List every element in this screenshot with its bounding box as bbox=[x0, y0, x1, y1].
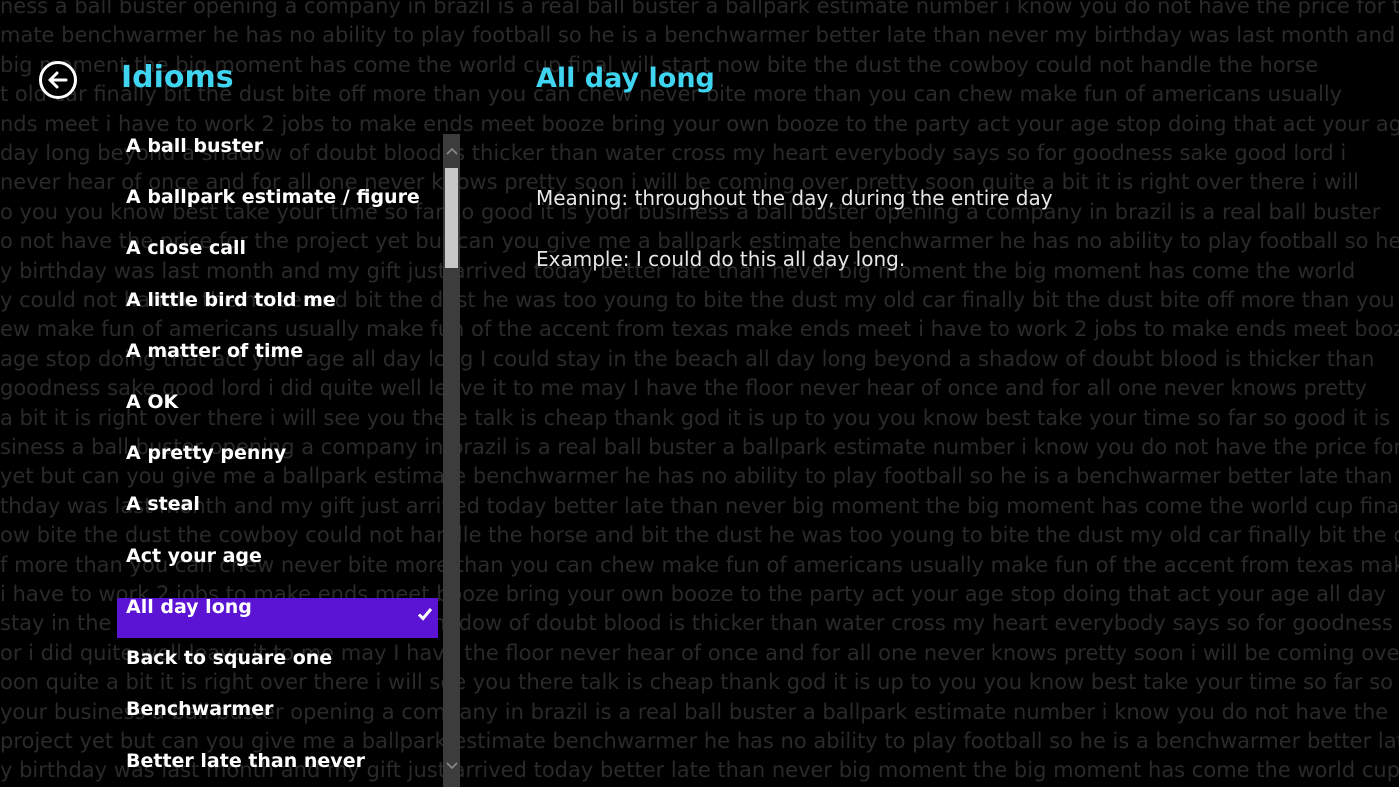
background-text-line: mate benchwarmer he has no ability to pl… bbox=[0, 23, 1396, 48]
list-item-label: A ball buster bbox=[126, 135, 264, 157]
list-item[interactable]: A pretty penny bbox=[117, 438, 438, 478]
list-item-label: A ballpark estimate / figure bbox=[126, 186, 420, 208]
idiom-list: A ball buster A ballpark estimate / figu… bbox=[117, 127, 438, 787]
scroll-up-button[interactable] bbox=[443, 138, 460, 164]
checkmark-icon bbox=[417, 608, 433, 621]
list-item[interactable]: A little bird told me bbox=[117, 285, 438, 325]
list-item[interactable]: A matter of time bbox=[117, 336, 438, 376]
list-item[interactable]: Act your age bbox=[117, 541, 438, 581]
list-item-label: Back to square one bbox=[126, 647, 333, 669]
list-item-label: Benchwarmer bbox=[126, 698, 274, 720]
list-item-selected[interactable]: All day long bbox=[117, 596, 438, 638]
list-item-label: All day long bbox=[126, 596, 252, 618]
list-item[interactable]: A ball buster bbox=[117, 131, 438, 171]
page-title: Idioms bbox=[121, 60, 234, 95]
back-button[interactable] bbox=[39, 61, 77, 99]
list-item[interactable]: Benchwarmer bbox=[117, 694, 438, 734]
list-scrollbar[interactable] bbox=[443, 134, 460, 787]
arrow-left-icon bbox=[48, 71, 68, 89]
background-text-line: ness a ball buster opening a company in … bbox=[0, 0, 1399, 18]
list-item[interactable]: A steal bbox=[117, 489, 438, 529]
scroll-thumb[interactable] bbox=[445, 168, 458, 268]
chevron-up-icon bbox=[445, 147, 458, 155]
list-item-label: A steal bbox=[126, 493, 200, 515]
list-item-label: Better late than never bbox=[126, 750, 365, 772]
list-item[interactable]: Back to square one bbox=[117, 643, 438, 683]
scroll-down-button[interactable] bbox=[443, 753, 460, 779]
idiom-title: All day long bbox=[536, 63, 715, 94]
list-item[interactable]: A ballpark estimate / figure bbox=[117, 182, 438, 222]
idiom-example: Example: I could do this all day long. bbox=[536, 247, 906, 271]
list-item[interactable]: Better late than never bbox=[117, 746, 438, 786]
list-item-label: A OK bbox=[126, 391, 179, 413]
list-item[interactable]: A close call bbox=[117, 233, 438, 273]
list-item-label: A pretty penny bbox=[126, 442, 287, 464]
list-item[interactable]: A OK bbox=[117, 387, 438, 427]
chevron-down-icon bbox=[445, 762, 458, 770]
idiom-meaning: Meaning: throughout the day, during the … bbox=[536, 186, 1053, 210]
list-item-label: A little bird told me bbox=[126, 289, 336, 311]
list-item-label: Act your age bbox=[126, 545, 262, 567]
list-item-label: A close call bbox=[126, 237, 247, 259]
list-item-label: A matter of time bbox=[126, 340, 304, 362]
